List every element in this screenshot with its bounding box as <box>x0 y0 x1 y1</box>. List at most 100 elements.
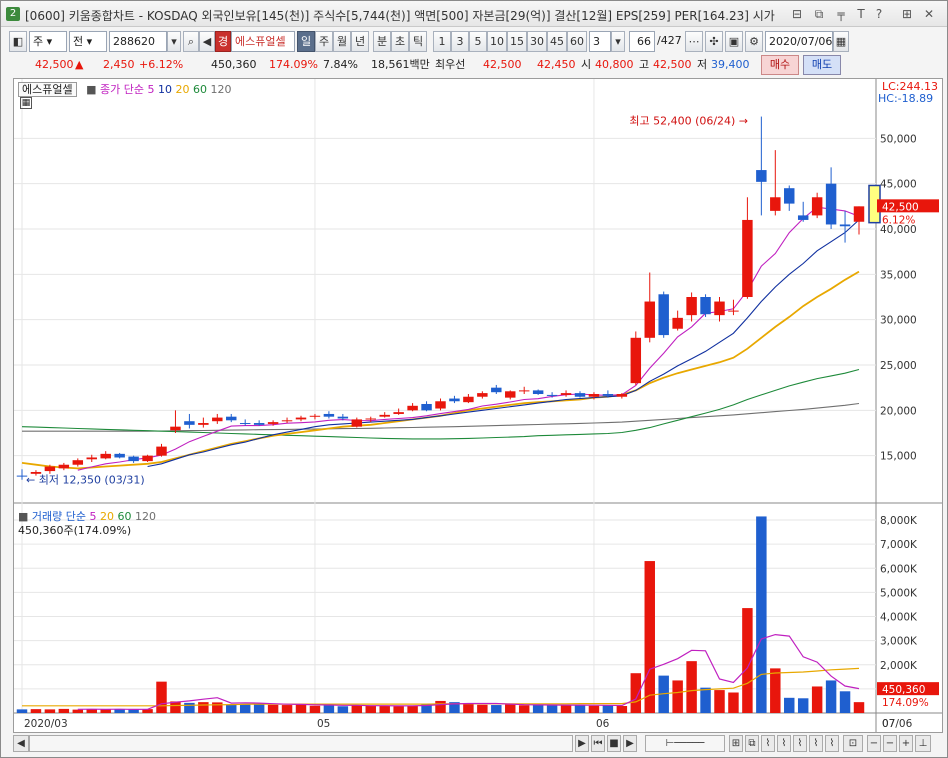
step-back-icon[interactable]: ⏮ <box>591 735 605 752</box>
volume-tick-label: 7,000K <box>880 539 918 551</box>
minimize-all-icon[interactable]: ⊟ <box>789 6 805 22</box>
close-icon[interactable]: ✕ <box>921 6 937 22</box>
market-type-select[interactable]: 전 ▾ <box>69 31 107 52</box>
page-count-input[interactable]: 66 <box>629 31 655 52</box>
last-volume-label: 450,360 <box>882 684 925 696</box>
legend-stock-name[interactable]: 에스퓨얼셀 <box>18 82 77 97</box>
period-day[interactable]: 일 <box>297 31 315 52</box>
candle-body <box>602 394 614 396</box>
expand-icon[interactable]: ⊥ <box>915 735 931 752</box>
help-icon[interactable]: ? <box>871 6 887 22</box>
code-dropdown-icon[interactable]: ▾ <box>167 31 181 52</box>
last-price-pct: 6.12% <box>882 214 915 226</box>
period-second[interactable]: 초 <box>391 31 409 52</box>
legend-ma5: 5 <box>147 83 155 96</box>
trend-icon-5[interactable]: ⌇ <box>825 735 839 752</box>
volume-bar <box>309 705 321 713</box>
buy-button[interactable]: 매수 <box>761 55 799 75</box>
overlay-icon[interactable]: ⧉ <box>745 735 759 752</box>
scroll-right-icon[interactable]: ▶ <box>575 735 589 752</box>
price-volume-chart[interactable]: 50,00045,00040,00035,00030,00025,00020,0… <box>14 79 942 732</box>
trend-icon-2[interactable]: ⌇ <box>777 735 791 752</box>
candle-body <box>546 394 558 396</box>
search-icon[interactable]: ⌕ <box>183 31 199 52</box>
candle-body <box>560 393 572 395</box>
low-annotation: ← 최저 12,350 (03/31) <box>26 474 145 487</box>
trend-icon-4[interactable]: ⌇ <box>809 735 823 752</box>
open-label: 시 <box>581 58 592 71</box>
sound-icon[interactable]: ◀ <box>199 31 215 52</box>
scroll-left-icon[interactable]: ◀ <box>13 735 29 752</box>
scroll-track[interactable] <box>29 735 573 752</box>
period-tick[interactable]: 틱 <box>409 31 427 52</box>
stock-code-input[interactable]: 288620 <box>109 31 167 52</box>
volume-tick-label: 2,000K <box>880 660 918 672</box>
font-icon[interactable]: T <box>853 6 869 22</box>
candle-body <box>253 423 265 425</box>
restore-icon[interactable]: ⧉ <box>811 6 827 22</box>
grid-toggle-icon[interactable]: ▦ <box>20 97 32 109</box>
trade-amount: 18,561백만 <box>371 58 430 71</box>
chart-area[interactable]: 50,000 45,000 40,000 35,000 30,000 25,000 20,0… <box>13 78 943 733</box>
volume-bar <box>630 673 642 713</box>
interval-3[interactable]: 3 <box>451 31 469 52</box>
interval-dropdown-icon[interactable]: ▾ <box>611 31 625 52</box>
zoom-slider[interactable]: ⊢───── <box>645 735 725 752</box>
magnet-icon[interactable]: ⊡ <box>843 735 863 752</box>
trend-icon-3[interactable]: ⌇ <box>793 735 807 752</box>
zoom-in-icon[interactable]: ⊞ <box>729 735 743 752</box>
date-input[interactable]: 2020/07/06 <box>765 31 833 52</box>
stock-name: 에스퓨얼셀 <box>231 31 295 52</box>
period-month[interactable]: 월 <box>333 31 351 52</box>
title-bar[interactable]: 2 [0600] 키움종합차트 - KOSDAQ 외국인보유[145(천)] 주… <box>1 1 947 27</box>
interval-60[interactable]: 60 <box>567 31 587 52</box>
stop-icon[interactable]: ■ <box>607 735 621 752</box>
volume-bar <box>546 705 558 713</box>
date-tick-label: 2020/03 <box>24 718 68 730</box>
bid-price: 42,500 <box>483 58 522 71</box>
price-tick-label: 15,000 <box>880 451 917 463</box>
trend-icon-1[interactable]: ⌇ <box>761 735 775 752</box>
interval-10[interactable]: 10 <box>487 31 507 52</box>
scroll-bar[interactable]: ◀ ▶ ⏮ ■ ▶ ⊢───── ⊞ ⧉ ⌇ ⌇ ⌇ ⌇ ⌇ ⊡ − − + ⊥ <box>13 735 943 753</box>
volume-bar <box>756 516 767 713</box>
interval-1[interactable]: 1 <box>433 31 451 52</box>
candle-body <box>505 391 516 398</box>
maximize-icon[interactable]: ⊞ <box>899 6 915 22</box>
price-tick-label: 45,000 <box>880 179 917 191</box>
interval-input[interactable]: 3 <box>589 31 611 52</box>
zoom-plus-icon[interactable]: + <box>899 735 913 752</box>
save-icon[interactable]: ▣ <box>725 31 743 52</box>
layout-icon[interactable]: ◧ <box>9 31 27 52</box>
pin-icon[interactable]: ╤ <box>833 6 849 22</box>
volume-bar <box>156 681 167 713</box>
candle-body <box>532 390 544 395</box>
settings-icon[interactable]: ⚙ <box>745 31 763 52</box>
quote-bar: 42,500 ▲ 2,450 +6.12% 450,360 174.09% 7.… <box>9 55 943 75</box>
low-label: 저 <box>697 58 708 71</box>
play-icon[interactable]: ▶ <box>623 735 637 752</box>
candle-body <box>86 457 97 460</box>
market-type-value: 전 <box>73 35 84 48</box>
legend-ma10: 10 <box>158 83 172 96</box>
volume-bar <box>797 698 809 713</box>
crosshair-icon[interactable]: ✣ <box>705 31 723 52</box>
zoom-dash-icon[interactable]: − <box>883 735 897 752</box>
legend-ma-label: 종가 단순 <box>100 83 144 96</box>
period-year[interactable]: 년 <box>351 31 369 52</box>
interval-30[interactable]: 30 <box>527 31 547 52</box>
candle-body <box>142 455 153 462</box>
zoom-minus-icon[interactable]: − <box>867 735 881 752</box>
period-type-select[interactable]: 주 ▾ <box>29 31 67 52</box>
sell-button[interactable]: 매도 <box>803 55 841 75</box>
interval-5[interactable]: 5 <box>469 31 487 52</box>
toolbar: ◧ 주 ▾ 전 ▾ 288620 ▾ ⌕ ◀ 경 에스퓨얼셀 일 주 월 년 분… <box>9 31 943 53</box>
candle-body <box>825 183 837 225</box>
interval-15[interactable]: 15 <box>507 31 527 52</box>
calendar-icon[interactable]: ▦ <box>833 31 849 52</box>
chart-type-icon[interactable]: ⋯ <box>685 31 703 52</box>
interval-45[interactable]: 45 <box>547 31 567 52</box>
period-minute[interactable]: 분 <box>373 31 391 52</box>
period-week[interactable]: 주 <box>315 31 333 52</box>
candle-body <box>295 417 307 420</box>
